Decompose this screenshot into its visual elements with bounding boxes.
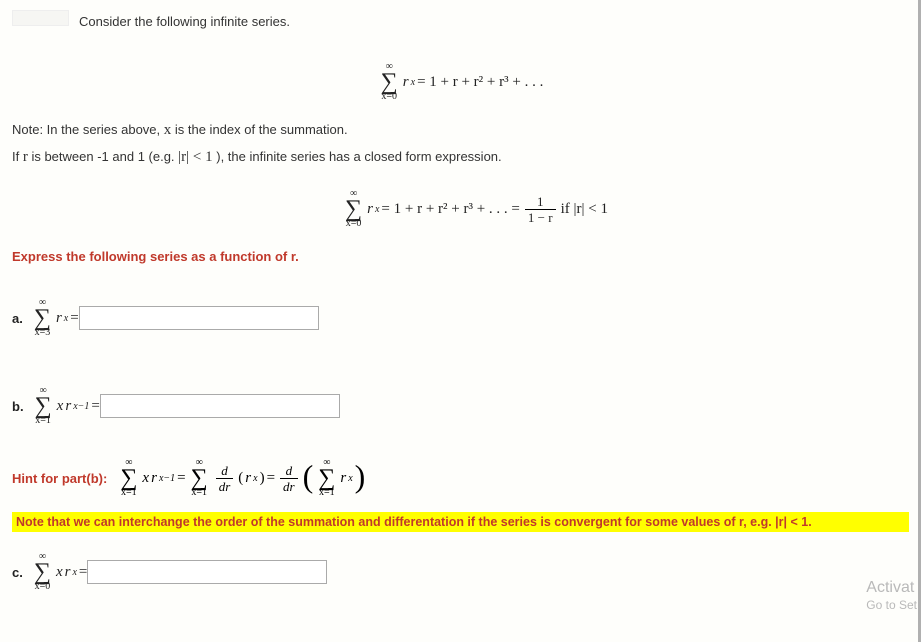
part-c-expression: ∞ ∑ x=0 xrx = (31, 552, 88, 592)
equation-geometric-series: ∞ ∑ x=0 rx = 1 + r + r² + r³ + . . . (12, 57, 909, 102)
instruction-text: Express the following series as a functi… (12, 249, 909, 264)
equation-closed-form: ∞ ∑ x=0 rx = 1 + r + r² + r³ + . . . = 1… (12, 184, 909, 229)
question-number-placeholder (12, 10, 69, 26)
part-b-input[interactable] (100, 394, 340, 418)
part-a-label: a. (12, 311, 23, 326)
prompt-text: Consider the following infinite series. (79, 14, 290, 29)
note-condition: If r is between -1 and 1 (e.g. |r| < 1 )… (12, 149, 909, 166)
part-b-label: b. (12, 399, 24, 414)
yellow-highlight-note: Note that we can interchange the order o… (12, 512, 909, 532)
part-c-input[interactable] (87, 560, 327, 584)
part-c-label: c. (12, 565, 23, 580)
note-index: Note: In the series above, x is the inde… (12, 122, 909, 139)
part-b-expression: ∞ ∑ x=1 xrx−1 = (32, 386, 100, 426)
part-a-input[interactable] (79, 306, 319, 330)
hint-part-b: Hint for part(b): ∞ ∑ x=1 xrx−1 = ∞ ∑ x=… (12, 458, 909, 498)
hint-label: Hint for part(b): (12, 471, 107, 486)
part-a-expression: ∞ ∑ x=3 rx = (31, 298, 79, 338)
